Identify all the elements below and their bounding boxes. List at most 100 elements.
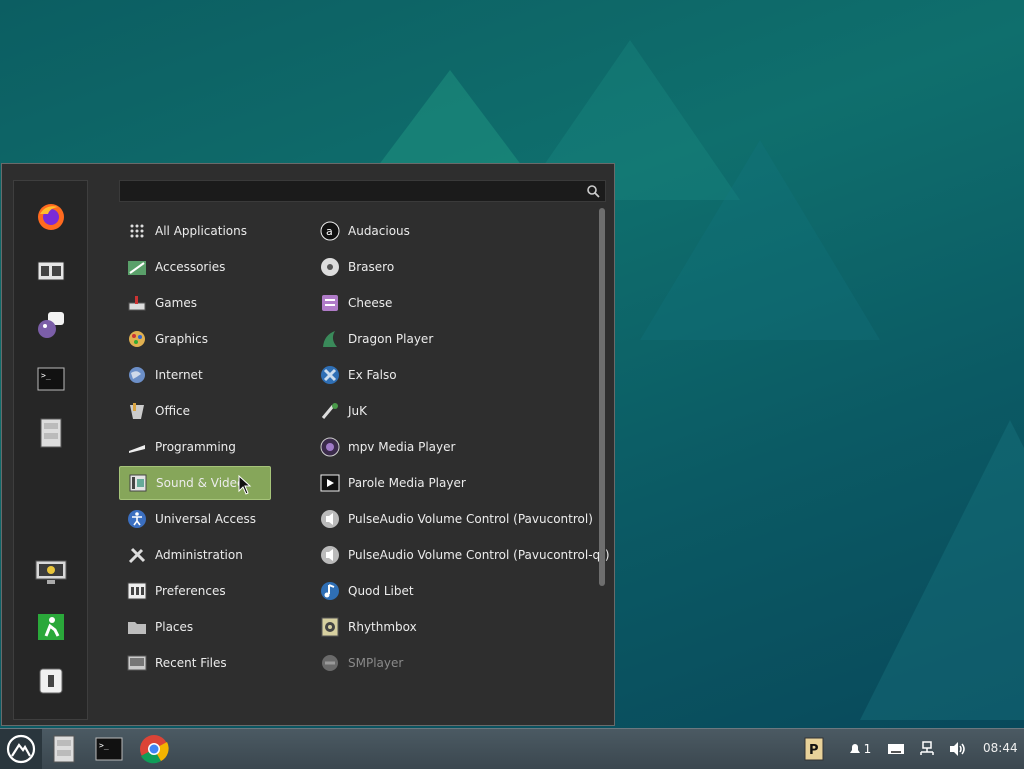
programming-icon [127,437,147,457]
search-icon[interactable] [586,184,600,201]
scrollbar-thumb[interactable] [599,208,605,586]
search-box[interactable] [119,180,606,202]
category-label: Graphics [155,332,208,346]
category-label: Recent Files [155,656,227,670]
app-list-scrollbar[interactable] [598,204,606,690]
category-administration[interactable]: Administration [119,538,271,572]
quod-libet-icon [320,581,340,601]
mouse-cursor-icon [238,474,252,498]
app-parole[interactable]: Parole Media Player [312,466,466,500]
brasero-icon [320,257,340,277]
games-icon [127,293,147,313]
clock[interactable]: 08:44 [983,741,1018,755]
sound-video-icon [128,473,148,493]
volume-icon[interactable] [940,733,976,765]
category-label: Sound & Video [156,476,245,490]
graphics-icon [127,329,147,349]
administration-icon [127,545,147,565]
category-label: Programming [155,440,236,454]
pidgin-icon[interactable] [33,307,69,343]
audacious-icon: a [320,221,340,241]
grid-icon [127,221,147,241]
mpv-icon [320,437,340,457]
category-internet[interactable]: Internet [119,358,271,392]
category-preferences[interactable]: Preferences [119,574,271,608]
app-dragon-player[interactable]: Dragon Player [312,322,433,356]
app-pavucontrol-qt[interactable]: PulseAudio Volume Control (Pavucontrol-q… [312,538,610,572]
universal-access-icon [127,509,147,529]
app-brasero[interactable]: Brasero [312,250,394,284]
app-label: Ex Falso [348,368,397,382]
category-games[interactable]: Games [119,286,271,320]
search-input[interactable] [126,183,580,201]
category-label: Universal Access [155,512,256,526]
app-rhythmbox[interactable]: Rhythmbox [312,610,417,644]
clipboard-icon[interactable]: P [796,733,832,765]
app-label: JuK [348,404,368,418]
recent-files-icon [127,653,147,673]
category-label: Accessories [155,260,226,274]
app-label: mpv Media Player [348,440,456,454]
rhythmbox-icon [320,617,340,637]
app-mpv[interactable]: mpv Media Player [312,430,455,464]
app-cheese[interactable]: Cheese [312,286,392,320]
category-label: All Applications [155,224,247,238]
app-label: Parole Media Player [348,476,466,490]
app-quod-libet[interactable]: Quod Libet [312,574,414,608]
category-label: Internet [155,368,203,382]
favorites-sidebar: >_ [13,180,88,720]
file-manager-icon[interactable] [33,253,69,289]
application-menu: >_ All Applications Accessories Games Gr… [1,163,615,726]
svg-text:>_: >_ [99,741,109,750]
category-recent-files[interactable]: Recent Files [119,646,271,680]
lock-screen-icon[interactable] [33,555,69,591]
terminal-icon[interactable]: >_ [91,733,127,765]
category-universal-access[interactable]: Universal Access [119,502,271,536]
notifications-count: 1 [863,742,872,756]
terminal-icon[interactable]: >_ [33,361,69,397]
app-label: SMPlayer [348,656,404,670]
app-label: PulseAudio Volume Control (Pavucontrol-q… [348,548,610,562]
file-cabinet-icon[interactable] [46,733,82,765]
app-juk[interactable]: JuK [312,394,367,428]
parole-icon [320,473,340,493]
app-label: PulseAudio Volume Control (Pavucontrol) [348,512,593,526]
app-label: Dragon Player [348,332,434,346]
logout-icon[interactable] [33,609,69,645]
taskbar: >_ P 1 08:44 [0,728,1024,769]
category-label: Games [155,296,197,310]
app-label: Quod Libet [348,584,414,598]
category-label: Office [155,404,191,418]
svg-text:>_: >_ [41,371,51,380]
chrome-icon[interactable] [136,733,172,765]
category-accessories[interactable]: Accessories [119,250,271,284]
juk-icon [320,401,340,421]
start-menu-button[interactable] [0,729,42,769]
shutdown-icon[interactable] [33,663,69,699]
file-cabinet-icon[interactable] [33,415,69,451]
pavucontrol-qt-icon [320,545,340,565]
app-label: Cheese [348,296,393,310]
app-smplayer[interactable]: SMPlayer [312,646,403,680]
places-icon [127,617,147,637]
app-audacious[interactable]: a Audacious [312,214,410,248]
category-places[interactable]: Places [119,610,271,644]
category-programming[interactable]: Programming [119,430,271,464]
firefox-icon[interactable] [33,199,69,235]
ex-falso-icon [320,365,340,385]
category-office[interactable]: Office [119,394,271,428]
dragon-player-icon [320,329,340,349]
app-ex-falso[interactable]: Ex Falso [312,358,397,392]
office-icon [127,401,147,421]
app-pavucontrol[interactable]: PulseAudio Volume Control (Pavucontrol) [312,502,593,536]
svg-text:P: P [809,743,819,758]
category-label: Administration [155,548,243,562]
category-graphics[interactable]: Graphics [119,322,271,356]
preferences-icon [127,581,147,601]
category-label: Places [155,620,194,634]
notifications-icon[interactable]: 1 [842,733,876,765]
category-all-applications[interactable]: All Applications [119,214,271,248]
smplayer-icon [320,653,340,673]
internet-icon [127,365,147,385]
svg-text:a: a [326,225,333,238]
